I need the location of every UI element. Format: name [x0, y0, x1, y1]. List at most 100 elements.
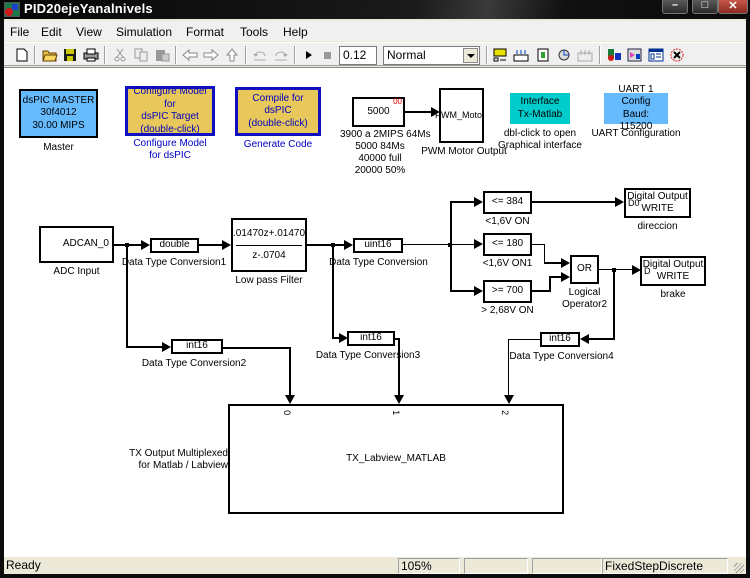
wire	[450, 201, 474, 203]
dtc-block[interactable]: uint16	[353, 238, 403, 253]
dtc4-block[interactable]: int16	[540, 332, 580, 347]
port-label: 0	[282, 410, 293, 416]
model-advisor-icon[interactable]	[627, 48, 643, 62]
block-text: Configure Model for	[133, 86, 207, 110]
dtc-label: Data Type Conversion	[329, 257, 428, 268]
stop-time-input[interactable]: 0.12	[339, 46, 377, 65]
master-block[interactable]: dsPIC MASTER 30f4012 30.00 MIPS	[19, 89, 98, 138]
block-text: (double-click)	[140, 123, 200, 135]
back-icon[interactable]	[182, 48, 198, 62]
minimize-button[interactable]: –	[662, 0, 688, 14]
compare-700-block[interactable]: >= 700	[483, 280, 532, 303]
arrow-icon	[141, 240, 150, 250]
menu-file[interactable]: File	[10, 25, 29, 39]
redo-icon[interactable]	[273, 48, 289, 62]
paste-icon[interactable]	[154, 48, 170, 62]
block-text: 30f4012	[40, 107, 77, 119]
arrow-icon	[561, 272, 570, 282]
label-line: 5000 84Ms	[355, 141, 405, 152]
forward-icon[interactable]	[203, 48, 219, 62]
copy-icon[interactable]	[133, 48, 149, 62]
wire	[403, 244, 451, 245]
wire	[613, 269, 615, 340]
toolbar-separator	[104, 46, 106, 64]
block-text: PWM_Moto	[434, 109, 482, 120]
menu-view[interactable]: View	[76, 25, 102, 39]
arrow-icon	[504, 395, 514, 404]
menu-simulation[interactable]: Simulation	[116, 25, 172, 39]
dtc2-block[interactable]: int16	[171, 339, 223, 354]
print-icon[interactable]	[83, 48, 99, 62]
pwm-motor-block[interactable]: PWM_Moto	[435, 88, 484, 143]
toolbar-separator	[175, 46, 177, 64]
adc-input-block[interactable]: ADCAN_0	[39, 226, 114, 263]
start-simulation-icon[interactable]	[301, 48, 317, 62]
update-diagram-icon[interactable]	[513, 48, 529, 62]
new-model-icon[interactable]	[14, 48, 30, 62]
compare-180-label: <1,6V ON1	[482, 258, 533, 269]
zoom-level: 105%	[398, 558, 460, 574]
block-text: OR	[577, 263, 592, 275]
save-icon[interactable]	[62, 48, 78, 62]
resize-grip[interactable]	[734, 563, 744, 573]
logical-or-block[interactable]: OR	[570, 255, 599, 284]
maximize-button[interactable]: □	[692, 0, 718, 14]
configure-model-block[interactable]: Configure Model for dsPIC Target (double-c…	[125, 86, 215, 136]
block-text: Compile for dsPIC	[252, 92, 304, 117]
dtc1-block[interactable]: double	[150, 238, 199, 253]
compile-block[interactable]: Compile for dsPIC (double-click)	[235, 87, 321, 136]
block-text: 5000	[367, 105, 390, 117]
simulation-mode-select[interactable]: Normal	[383, 46, 480, 65]
dtc3-block[interactable]: int16	[347, 331, 395, 346]
build-subsystem-icon[interactable]	[535, 48, 551, 62]
filter-numerator: .01470z+.01470	[233, 228, 306, 239]
digital-output-direccion-block[interactable]: D0 Digital Output WRITE	[624, 188, 691, 218]
uart-config-label: UART Configuration	[591, 128, 681, 139]
menu-edit[interactable]: Edit	[41, 25, 62, 39]
constant-5000-block[interactable]: 5000 00	[352, 97, 405, 127]
port-label: 1	[391, 410, 402, 416]
compare-384-block[interactable]: <= 384	[483, 191, 532, 214]
build-icon[interactable]	[492, 48, 508, 62]
simulation-mode-value: Normal	[387, 48, 426, 62]
logical-operator-label: Logical Operator2	[556, 287, 613, 311]
arrow-icon	[474, 286, 483, 296]
tx-labview-matlab-block[interactable]: TX_Labview_MATLAB 0 1 2	[228, 404, 564, 514]
stop-simulation-icon[interactable]	[320, 48, 336, 62]
block-text: Interface	[520, 96, 560, 107]
interface-block[interactable]: Interface Tx-Matlab	[510, 93, 570, 124]
menu-tools[interactable]: Tools	[240, 25, 268, 39]
open-icon[interactable]	[42, 48, 58, 62]
library-browser-icon[interactable]	[556, 48, 572, 62]
title-bar[interactable]: PID20ejeYanalnivels – □ ✕	[0, 0, 750, 19]
wire	[450, 201, 452, 292]
wire	[332, 244, 334, 339]
model-explorer-icon[interactable]	[577, 48, 593, 62]
menu-format[interactable]: Format	[186, 25, 224, 39]
toolbar: 0.12 Normal	[4, 42, 746, 66]
block-text: int16	[549, 333, 571, 345]
menu-help[interactable]: Help	[283, 25, 308, 39]
arrow-icon	[285, 395, 295, 404]
label-line: 20000 50%	[354, 165, 406, 176]
compare-180-block[interactable]: <= 180	[483, 233, 532, 256]
wire	[199, 244, 222, 246]
close-button[interactable]: ✕	[718, 0, 748, 14]
dtc4-label: Data Type Conversion4	[509, 351, 614, 362]
wire	[544, 262, 561, 264]
uart-config-block[interactable]: UART 1 Config Baud: 115200	[604, 84, 668, 132]
debugger-icon[interactable]	[606, 48, 622, 62]
model-canvas[interactable]: dsPIC MASTER 30f4012 30.00 MIPS Master Con…	[4, 67, 746, 557]
model-browser-icon[interactable]	[648, 48, 664, 62]
chevron-down-icon[interactable]	[463, 48, 478, 63]
label-line: Configure Model	[133, 138, 207, 149]
label-line: for Matlab / Labview	[138, 460, 229, 471]
block-explorer-icon[interactable]	[669, 48, 685, 62]
low-pass-filter-block[interactable]: .01470z+.01470 z-.0704	[231, 218, 307, 272]
undo-icon[interactable]	[252, 48, 268, 62]
up-icon[interactable]	[224, 48, 240, 62]
interface-label: dbl-click to open Graphical interface	[494, 128, 586, 152]
cut-icon[interactable]	[112, 48, 128, 62]
digital-output-brake-block[interactable]: D Digital Output WRITE	[640, 256, 706, 286]
label-line: dbl-click to open	[503, 128, 577, 139]
